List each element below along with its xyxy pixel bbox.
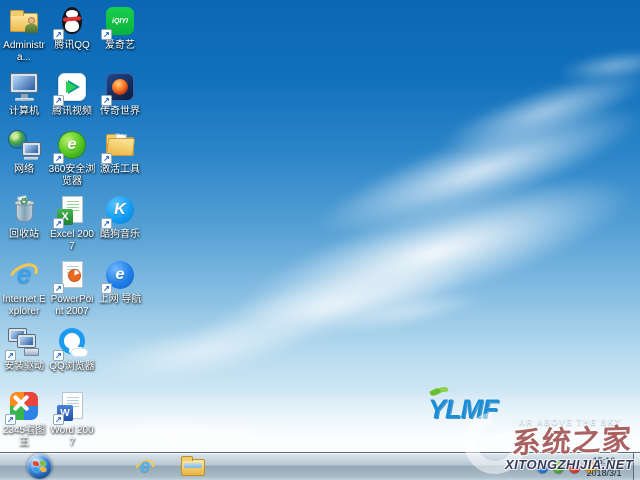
desktop-icon-word-2007[interactable]: W ↗ Word 2007	[48, 389, 96, 449]
clock-time: 15:16	[592, 456, 616, 466]
wallpaper-tagline: AR ABOVE THE SKY	[519, 418, 622, 427]
icon-label: PowerPoint 2007	[50, 294, 94, 317]
icon-label: QQ浏览器	[49, 361, 95, 372]
desktop[interactable]: Administra... ↗ 腾讯QQ iQIYI ↗ 爱奇艺 计算机 ↗ 腾…	[0, 0, 640, 480]
desktop-icon-tencent-qq[interactable]: ↗ 腾讯QQ	[48, 4, 96, 52]
shortcut-arrow-icon: ↗	[101, 95, 112, 106]
desktop-icon-qq-browser[interactable]: ↗ QQ浏览器	[48, 325, 96, 373]
ie-icon: e	[5, 258, 42, 292]
desktop-icon-activation-tools[interactable]: ↗ 激活工具	[96, 128, 144, 176]
shortcut-arrow-icon: ↗	[53, 29, 64, 40]
icon-label: 360安全浏览器	[48, 164, 96, 187]
kugou-icon: K ↗	[101, 193, 137, 229]
word-icon: W ↗	[53, 389, 89, 425]
icon-label: Word 2007	[50, 425, 94, 448]
desktop-icon-recycle-bin[interactable]: ♻ 回收站	[0, 193, 48, 241]
shortcut-arrow-icon: ↗	[53, 414, 64, 425]
taskbar[interactable]: e 15:16 2018/3/1	[0, 452, 640, 480]
desktop-icon-powerpoint-2007[interactable]: ↗ PowerPoint 2007	[48, 258, 96, 318]
taskbar-ie-button[interactable]: e	[128, 455, 162, 479]
360-browser-icon: e ↗	[53, 128, 89, 164]
desktop-icon-360-safe-browser[interactable]: e ↗ 360安全浏览器	[48, 128, 96, 188]
network-icon	[7, 128, 41, 162]
icon-label: 酷狗音乐	[100, 229, 140, 240]
taskbar-explorer-button[interactable]	[176, 455, 210, 479]
desktop-icon-internet-explorer[interactable]: e Internet Explorer	[0, 258, 48, 318]
shortcut-arrow-icon: ↗	[53, 350, 64, 361]
folder-icon: ↗	[101, 128, 137, 164]
icon-label: Excel 2007	[50, 229, 94, 252]
shortcut-arrow-icon: ↗	[53, 283, 64, 294]
picture-viewer-icon: ↗	[5, 389, 41, 425]
tray-qq-icon[interactable]	[537, 461, 548, 473]
desktop-icon-administrator[interactable]: Administra...	[0, 4, 48, 64]
icon-label: Administra...	[3, 40, 45, 63]
computer-icon	[7, 70, 41, 104]
windows-flag-icon	[32, 460, 47, 473]
shortcut-arrow-icon: ↗	[101, 153, 112, 164]
user-folder-icon	[7, 4, 41, 38]
desktop-icon-2345-picviewer[interactable]: ↗ 2345看图王	[0, 389, 48, 449]
shortcut-arrow-icon: ↗	[101, 218, 112, 229]
folder-icon	[181, 455, 205, 476]
icon-label: 网络	[14, 164, 34, 175]
shortcut-arrow-icon: ↗	[101, 283, 112, 294]
desktop-icon-install-driver[interactable]: ↗ 安装驱动	[0, 325, 48, 373]
install-driver-icon: ↗	[5, 325, 41, 361]
desktop-icon-computer[interactable]: 计算机	[0, 70, 48, 118]
clock-date: 2018/3/1	[586, 468, 622, 478]
shortcut-arrow-icon: ↗	[53, 95, 64, 106]
icon-label: 激活工具	[100, 164, 140, 175]
legend-world-game-icon: ↗	[101, 70, 137, 106]
shortcut-arrow-icon: ↗	[53, 153, 64, 164]
tencent-video-icon: ↗	[53, 70, 89, 106]
web-nav-icon: e ↗	[101, 258, 137, 294]
desktop-icon-web-nav[interactable]: e ↗ 上网 导航	[96, 258, 144, 306]
qq-browser-icon: ↗	[53, 325, 89, 361]
show-desktop-button[interactable]	[633, 453, 640, 480]
icon-label: 腾讯视频	[52, 106, 92, 117]
icon-label: 2345看图王	[2, 425, 46, 448]
icon-label: 爱奇艺	[105, 40, 135, 51]
desktop-icon-excel-2007[interactable]: X ↗ Excel 2007	[48, 193, 96, 253]
icon-label: 传奇世界	[100, 106, 140, 117]
ie-icon: e	[132, 456, 157, 479]
desktop-icon-kugou-music[interactable]: K ↗ 酷狗音乐	[96, 193, 144, 241]
icon-label: 回收站	[9, 229, 39, 240]
shortcut-arrow-icon: ↗	[5, 414, 16, 425]
desktop-icon-iqiyi[interactable]: iQIYI ↗ 爱奇艺	[96, 4, 144, 52]
desktop-icon-tencent-video[interactable]: ↗ 腾讯视频	[48, 70, 96, 118]
icon-label: 上网 导航	[98, 294, 142, 305]
icon-label: 腾讯QQ	[54, 40, 90, 51]
excel-icon: X ↗	[53, 193, 89, 229]
shortcut-arrow-icon: ↗	[5, 350, 16, 361]
icon-label: 计算机	[9, 106, 39, 117]
desktop-icon-legend-world[interactable]: ↗ 传奇世界	[96, 70, 144, 118]
iqiyi-icon: iQIYI ↗	[101, 4, 137, 40]
desktop-icon-network[interactable]: 网络	[0, 128, 48, 176]
start-button[interactable]	[27, 454, 52, 479]
powerpoint-icon: ↗	[53, 258, 89, 294]
ylmf-logo: YLMF	[428, 386, 498, 425]
shortcut-arrow-icon: ↗	[101, 29, 112, 40]
icon-label: Internet Explorer	[2, 294, 46, 317]
qq-penguin-icon: ↗	[53, 4, 89, 40]
taskbar-clock[interactable]: 15:16 2018/3/1	[578, 455, 630, 479]
shortcut-arrow-icon: ↗	[53, 218, 64, 229]
recycle-bin-icon: ♻	[7, 193, 41, 227]
icon-label: 安装驱动	[4, 361, 44, 372]
tray-security-icon[interactable]	[553, 461, 564, 473]
